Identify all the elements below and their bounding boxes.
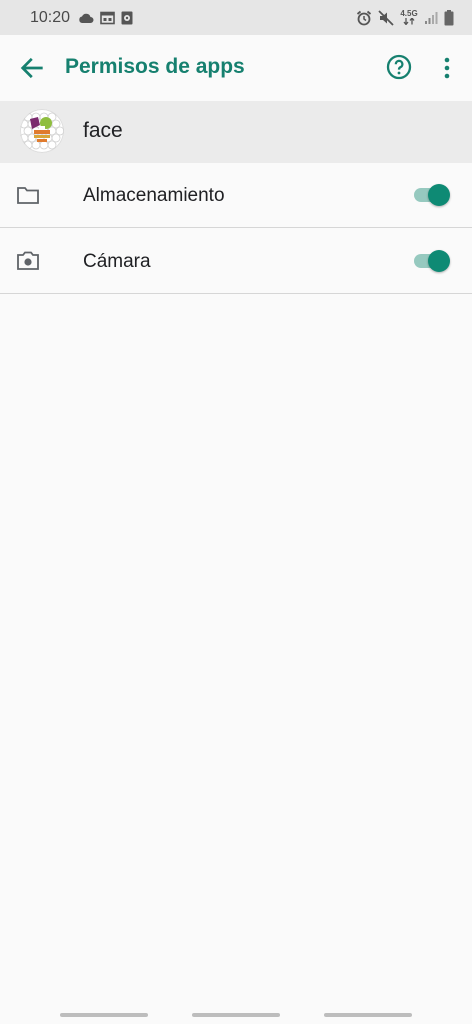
permission-label: Cámara [83,251,151,272]
help-icon[interactable] [386,54,412,80]
nav-recents-button[interactable] [60,1013,148,1017]
folder-icon [17,187,39,204]
app-header: face [0,101,472,163]
alarm-icon [356,10,372,25]
back-arrow-icon[interactable] [18,54,46,82]
more-options-icon[interactable] [437,55,457,81]
app-bar: Permisos de apps [0,35,472,100]
app-icon [20,109,64,153]
toggle-thumb [428,250,450,272]
nav-back-button[interactable] [324,1013,412,1017]
status-right-icons: 4.5G [356,9,454,26]
status-time: 10:20 [30,8,71,26]
camera-toggle[interactable] [412,249,452,273]
status-left-icons [78,11,133,25]
camera-icon [17,251,39,270]
mute-icon [378,9,394,26]
storage-toggle[interactable] [412,183,452,207]
calendar-icon [100,11,115,24]
permission-row-camera[interactable]: Cámara [0,229,472,294]
network-label: 4.5G [400,9,418,18]
signal-icon [425,11,438,24]
status-bar: 10:20 4.5G [0,0,472,35]
storage-icon [121,11,133,24]
nav-home-button[interactable] [192,1013,280,1017]
battery-icon [444,9,454,25]
cloud-icon [79,13,94,23]
permission-label: Almacenamiento [83,185,225,206]
navigation-bar [0,1006,472,1024]
page-title: Permisos de apps [65,55,245,78]
toggle-thumb [428,184,450,206]
network-icon: 4.5G [400,10,418,25]
app-name: face [83,119,123,142]
permission-row-storage[interactable]: Almacenamiento [0,163,472,228]
